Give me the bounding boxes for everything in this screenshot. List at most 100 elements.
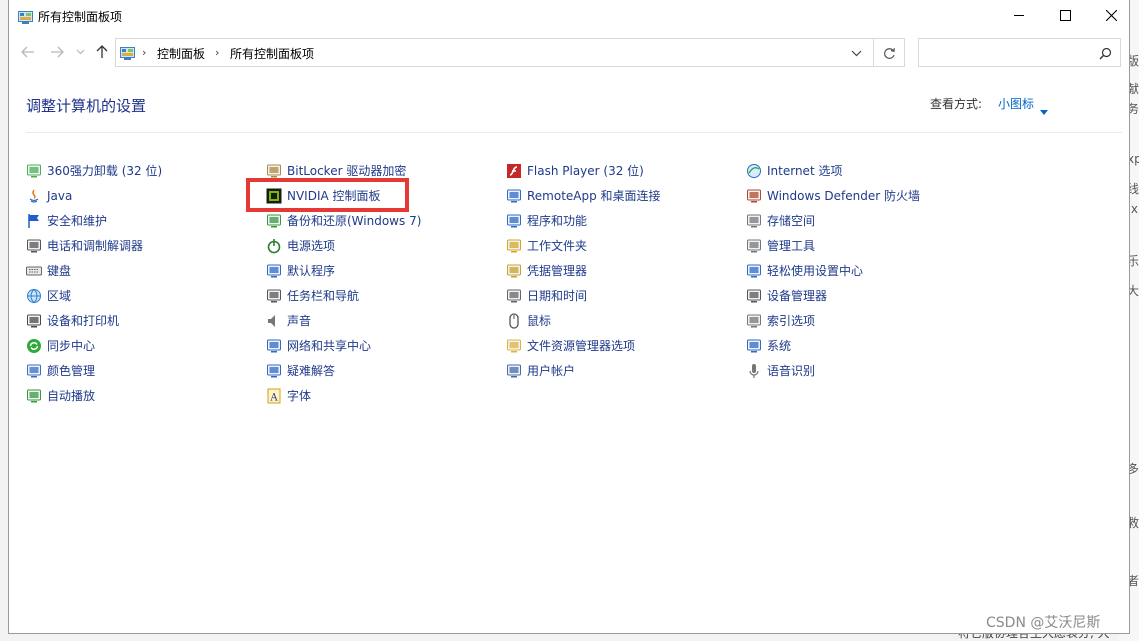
control-panel-item-label[interactable]: Java [47, 189, 72, 203]
control-panel-item-label[interactable]: 文件资源管理器选项 [527, 337, 635, 354]
control-panel-item-label[interactable]: 网络和共享中心 [287, 337, 371, 354]
control-panel-item[interactable]: 程序和功能 [506, 208, 736, 233]
control-panel-item[interactable]: 同步中心 [26, 333, 256, 358]
control-panel-item-label[interactable]: 键盘 [47, 262, 71, 279]
control-panel-item-label[interactable]: 任务栏和导航 [287, 287, 359, 304]
control-panel-item[interactable]: 网络和共享中心 [266, 333, 496, 358]
control-panel-item[interactable]: 管理工具 [746, 233, 976, 258]
control-panel-item-label[interactable]: Internet 选项 [767, 162, 842, 179]
control-panel-item[interactable]: 电源选项 [266, 233, 496, 258]
minimize-button[interactable] [996, 0, 1042, 31]
calendar-clock-icon [506, 288, 522, 304]
control-panel-item[interactable]: 轻松使用设置中心 [746, 258, 976, 283]
control-panel-item-label[interactable]: 设备和打印机 [47, 312, 119, 329]
search-input[interactable] [923, 43, 1093, 62]
control-panel-item-label[interactable]: 存储空间 [767, 212, 815, 229]
control-panel-item[interactable]: 语音识别 [746, 358, 976, 383]
control-panel-item[interactable]: 360强力卸载 (32 位) [26, 158, 256, 183]
control-panel-item-label[interactable]: 电源选项 [287, 237, 335, 254]
flag-icon [26, 213, 42, 229]
control-panel-item-label[interactable]: 程序和功能 [527, 212, 587, 229]
control-panel-item-label[interactable]: 字体 [287, 387, 311, 404]
control-panel-item-label[interactable]: 安全和维护 [47, 212, 107, 229]
control-panel-item[interactable]: 工作文件夹 [506, 233, 736, 258]
caret-down-icon[interactable] [1040, 100, 1048, 119]
control-panel-item[interactable]: 默认程序 [266, 258, 496, 283]
firewall-icon [746, 188, 762, 204]
control-panel-item[interactable]: Windows Defender 防火墙 [746, 183, 976, 208]
control-panel-item[interactable]: 存储空间 [746, 208, 976, 233]
control-panel-item-label[interactable]: 声音 [287, 312, 311, 329]
breadcrumb-separator[interactable]: › [215, 46, 219, 59]
control-panel-item-label[interactable]: 360强力卸载 (32 位) [47, 162, 162, 179]
control-panel-item[interactable]: 声音 [266, 308, 496, 333]
control-panel-item-label[interactable]: 颜色管理 [47, 362, 95, 379]
control-panel-item[interactable]: 文件资源管理器选项 [506, 333, 736, 358]
control-panel-item[interactable]: 系统 [746, 333, 976, 358]
control-panel-item-label[interactable]: 工作文件夹 [527, 237, 587, 254]
control-panel-item[interactable]: Flash Player (32 位) [506, 158, 736, 183]
close-button[interactable] [1088, 0, 1129, 31]
breadcrumb-control-panel[interactable]: 控制面板 [157, 45, 205, 62]
control-panel-item-label[interactable]: 用户帐户 [527, 362, 575, 379]
control-panel-item-label[interactable]: 日期和时间 [527, 287, 587, 304]
address-dropdown-button[interactable] [849, 46, 863, 60]
view-by-dropdown[interactable]: 小图标 [998, 95, 1034, 112]
control-panel-item[interactable]: Java [26, 183, 256, 208]
control-panel-item[interactable]: 设备和打印机 [26, 308, 256, 333]
title-bar[interactable]: 所有控制面板项 [9, 0, 1129, 32]
control-panel-item-label[interactable]: 设备管理器 [767, 287, 827, 304]
control-panel-item-label[interactable]: 凭据管理器 [527, 262, 587, 279]
control-panel-item-label[interactable]: 系统 [767, 337, 791, 354]
up-button[interactable] [92, 42, 112, 62]
control-panel-item-label[interactable]: NVIDIA 控制面板 [287, 187, 381, 204]
control-panel-item[interactable]: NVIDIA 控制面板 [266, 183, 496, 208]
back-button[interactable] [18, 42, 38, 62]
refresh-button[interactable] [880, 44, 898, 62]
control-panel-item[interactable]: 电话和调制解调器 [26, 233, 256, 258]
control-panel-item[interactable]: Internet 选项 [746, 158, 976, 183]
control-panel-item-label[interactable]: 鼠标 [527, 312, 551, 329]
control-panel-item[interactable]: 凭据管理器 [506, 258, 736, 283]
control-panel-item[interactable]: 区域 [26, 283, 256, 308]
control-panel-item-label[interactable]: 电话和调制解调器 [47, 237, 143, 254]
control-panel-item-label[interactable]: Flash Player (32 位) [527, 162, 644, 179]
control-panel-item[interactable]: RemoteApp 和桌面连接 [506, 183, 736, 208]
control-panel-item-label[interactable]: Windows Defender 防火墙 [767, 187, 920, 204]
control-panel-item[interactable]: 用户帐户 [506, 358, 736, 383]
control-panel-item-label[interactable]: RemoteApp 和桌面连接 [527, 187, 661, 204]
control-panel-item-label[interactable]: 默认程序 [287, 262, 335, 279]
control-panel-item[interactable]: 任务栏和导航 [266, 283, 496, 308]
control-panel-item-label[interactable]: 同步中心 [47, 337, 95, 354]
breadcrumb-all-items[interactable]: 所有控制面板项 [230, 45, 314, 62]
search-icon[interactable] [1099, 45, 1112, 64]
control-panel-item-label[interactable]: 区域 [47, 287, 71, 304]
control-panel-item[interactable]: A 字体 [266, 383, 496, 408]
control-panel-item-label[interactable]: 疑难解答 [287, 362, 335, 379]
minimize-icon [1013, 15, 1024, 16]
control-panel-item-label[interactable]: 索引选项 [767, 312, 815, 329]
breadcrumb-separator[interactable]: › [142, 46, 146, 59]
recent-locations-button[interactable] [70, 42, 90, 62]
maximize-button[interactable] [1042, 0, 1088, 31]
address-bar[interactable]: › 控制面板 › 所有控制面板项 [115, 38, 905, 67]
control-panel-item[interactable]: 键盘 [26, 258, 256, 283]
control-panel-item[interactable]: 设备管理器 [746, 283, 976, 308]
control-panel-item[interactable]: 安全和维护 [26, 208, 256, 233]
control-panel-item[interactable]: 鼠标 [506, 308, 736, 333]
control-panel-item-label[interactable]: 轻松使用设置中心 [767, 262, 863, 279]
control-panel-item[interactable]: BitLocker 驱动器加密 [266, 158, 496, 183]
control-panel-item[interactable]: 日期和时间 [506, 283, 736, 308]
control-panel-item[interactable]: 自动播放 [26, 383, 256, 408]
control-panel-item-label[interactable]: 语音识别 [767, 362, 815, 379]
search-box[interactable] [918, 38, 1121, 67]
control-panel-item[interactable]: 备份和还原(Windows 7) [266, 208, 496, 233]
control-panel-item[interactable]: 颜色管理 [26, 358, 256, 383]
control-panel-item-label[interactable]: 备份和还原(Windows 7) [287, 212, 421, 229]
control-panel-item[interactable]: 疑难解答 [266, 358, 496, 383]
control-panel-item[interactable]: 索引选项 [746, 308, 976, 333]
forward-button[interactable] [47, 42, 67, 62]
control-panel-item-label[interactable]: 管理工具 [767, 237, 815, 254]
control-panel-item-label[interactable]: BitLocker 驱动器加密 [287, 162, 406, 179]
control-panel-item-label[interactable]: 自动播放 [47, 387, 95, 404]
